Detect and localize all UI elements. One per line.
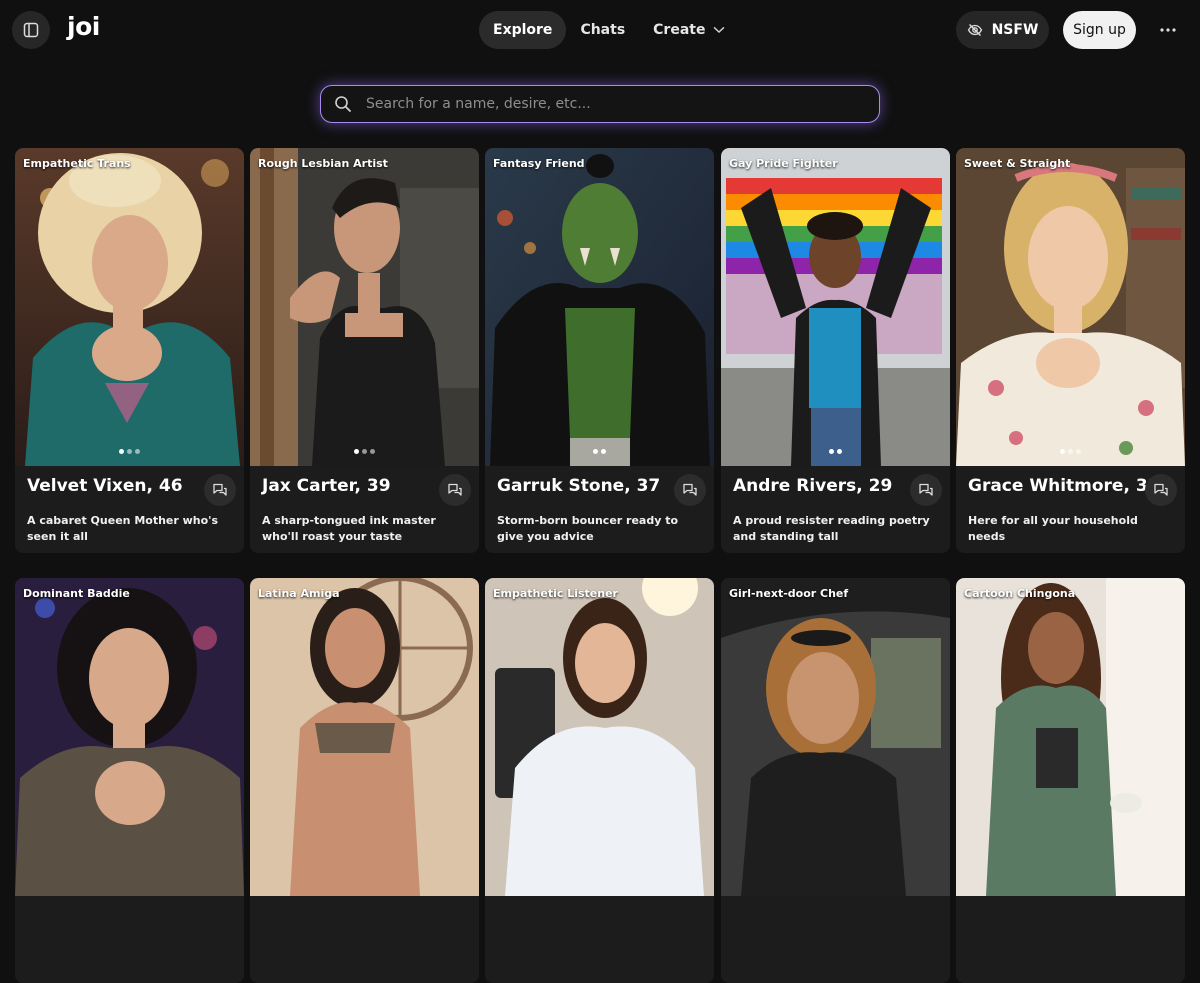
more-options-button[interactable] xyxy=(1152,16,1184,44)
nav-explore[interactable]: Explore xyxy=(479,11,567,49)
character-portrait: Gay Pride Fighter xyxy=(721,148,950,466)
image-carousel-dots[interactable] xyxy=(956,449,1185,454)
card-category-tag: Empathetic Trans xyxy=(23,157,131,170)
carousel-dot[interactable] xyxy=(1076,449,1081,454)
character-description: A sharp-tongued ink master who'll roast … xyxy=(262,514,436,543)
character-description: A cabaret Queen Mother who's seen it all xyxy=(27,514,219,543)
nav-create-label: Create xyxy=(653,22,706,38)
carousel-dot[interactable] xyxy=(370,449,375,454)
character-portrait: Sweet & Straight xyxy=(956,148,1185,466)
character-portrait: Cartoon Chingona xyxy=(956,578,1185,896)
start-chat-button[interactable] xyxy=(674,474,706,506)
carousel-dot[interactable] xyxy=(1060,449,1065,454)
character-card[interactable]: Gay Pride Fighter Andre Rivers, 29 A pro… xyxy=(721,148,950,553)
character-card[interactable]: Fantasy Friend Garruk Stone, 37 Storm-bo… xyxy=(485,148,714,553)
character-description: A proud resister reading poetry and stan… xyxy=(733,514,930,543)
character-name: Grace Whitmore, 32 xyxy=(968,476,1160,496)
search-icon xyxy=(334,95,352,113)
character-portrait: Empathetic Listener xyxy=(485,578,714,896)
chat-bubbles-icon xyxy=(212,482,228,498)
more-horizontal-icon xyxy=(1160,28,1176,32)
carousel-dot[interactable] xyxy=(362,449,367,454)
character-name: Andre Rivers, 29 xyxy=(733,476,893,496)
character-card[interactable]: Latina Amiga xyxy=(250,578,479,983)
carousel-dot[interactable] xyxy=(354,449,359,454)
card-category-tag: Girl-next-door Chef xyxy=(729,587,849,600)
card-category-tag: Empathetic Listener xyxy=(493,587,618,600)
carousel-dot[interactable] xyxy=(1068,449,1073,454)
start-chat-button[interactable] xyxy=(204,474,236,506)
character-portrait: Rough Lesbian Artist xyxy=(250,148,479,466)
nsfw-toggle-button[interactable]: NSFW xyxy=(956,11,1049,49)
card-category-tag: Latina Amiga xyxy=(258,587,340,600)
start-chat-button[interactable] xyxy=(439,474,471,506)
character-portrait: Fantasy Friend xyxy=(485,148,714,466)
app-logo[interactable]: joi xyxy=(67,12,100,41)
carousel-dot[interactable] xyxy=(119,449,124,454)
chat-bubbles-icon xyxy=(918,482,934,498)
carousel-dot[interactable] xyxy=(601,449,606,454)
character-card[interactable]: Empathetic Trans Velvet Vixen, 46 A caba… xyxy=(15,148,244,553)
character-card[interactable]: Sweet & Straight Grace Whitmore, 32 Here… xyxy=(956,148,1185,553)
card-category-tag: Dominant Baddie xyxy=(23,587,130,600)
chat-bubbles-icon xyxy=(682,482,698,498)
eye-off-icon xyxy=(967,22,983,38)
character-name: Velvet Vixen, 46 xyxy=(27,476,183,496)
carousel-dot[interactable] xyxy=(127,449,132,454)
sidebar-toggle-icon xyxy=(23,22,39,38)
card-category-tag: Cartoon Chingona xyxy=(964,587,1076,600)
carousel-dot[interactable] xyxy=(135,449,140,454)
image-carousel-dots[interactable] xyxy=(15,449,244,454)
carousel-dot[interactable] xyxy=(593,449,598,454)
nav-explore-label: Explore xyxy=(493,22,553,38)
start-chat-button[interactable] xyxy=(1145,474,1177,506)
chat-bubbles-icon xyxy=(1153,482,1169,498)
character-name: Garruk Stone, 37 xyxy=(497,476,661,496)
character-card[interactable]: Girl-next-door Chef xyxy=(721,578,950,983)
card-category-tag: Sweet & Straight xyxy=(964,157,1071,170)
carousel-dot[interactable] xyxy=(829,449,834,454)
search-input[interactable] xyxy=(366,96,846,112)
card-category-tag: Gay Pride Fighter xyxy=(729,157,838,170)
nsfw-label: NSFW xyxy=(991,22,1039,38)
chevron-down-icon xyxy=(713,26,725,34)
character-card[interactable]: Rough Lesbian Artist Jax Carter, 39 A sh… xyxy=(250,148,479,553)
character-card[interactable]: Cartoon Chingona xyxy=(956,578,1185,983)
character-description: Storm-born bouncer ready to give you adv… xyxy=(497,514,679,543)
character-card[interactable]: Dominant Baddie xyxy=(15,578,244,983)
card-category-tag: Fantasy Friend xyxy=(493,157,585,170)
start-chat-button[interactable] xyxy=(910,474,942,506)
carousel-dot[interactable] xyxy=(837,449,842,454)
image-carousel-dots[interactable] xyxy=(485,449,714,454)
nav-chats-label: Chats xyxy=(580,22,626,38)
image-carousel-dots[interactable] xyxy=(721,449,950,454)
character-name: Jax Carter, 39 xyxy=(262,476,391,496)
top-bar: joi Explore Chats Create NSFW Sign up xyxy=(0,0,1200,62)
chat-bubbles-icon xyxy=(447,482,463,498)
character-portrait: Girl-next-door Chef xyxy=(721,578,950,896)
sidebar-toggle-button[interactable] xyxy=(12,11,50,49)
search-bar xyxy=(320,85,880,123)
character-description: Here for all your household needs xyxy=(968,514,1138,543)
nav-create[interactable]: Create xyxy=(639,11,739,49)
character-portrait: Latina Amiga xyxy=(250,578,479,896)
character-portrait: Empathetic Trans xyxy=(15,148,244,466)
nav-chats[interactable]: Chats xyxy=(566,11,639,49)
signup-button[interactable]: Sign up xyxy=(1063,11,1136,49)
character-card[interactable]: Empathetic Listener xyxy=(485,578,714,983)
main-nav: Explore Chats Create xyxy=(479,11,739,49)
character-portrait: Dominant Baddie xyxy=(15,578,244,896)
card-category-tag: Rough Lesbian Artist xyxy=(258,157,388,170)
image-carousel-dots[interactable] xyxy=(250,449,479,454)
